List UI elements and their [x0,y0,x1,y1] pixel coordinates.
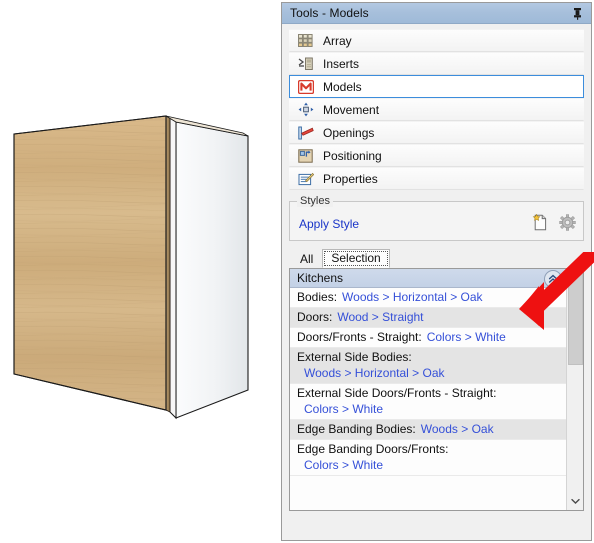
tab-all[interactable]: All [291,250,322,268]
list-scrollbar[interactable] [566,269,583,510]
styles-tabs: All Selection [291,249,591,268]
models-m-icon [297,78,314,95]
properties-icon [297,170,314,187]
sidebar-item-label: Inserts [323,56,360,71]
tools-panel: Tools - Models Array Inserts Models Move… [281,2,592,541]
row-value[interactable]: Woods > Oak [421,422,494,436]
group-header-label: Kitchens [297,271,344,285]
sidebar-item-openings[interactable]: Openings [289,121,584,144]
row-label: Bodies: [297,290,338,304]
group-header-kitchens[interactable]: Kitchens [290,269,566,288]
table-row[interactable]: Doors/Fronts - Straight: Colors > White [290,328,566,348]
table-row[interactable]: Edge Banding Bodies: Woods > Oak [290,420,566,440]
sidebar-item-label: Properties [323,171,378,186]
row-label: Edge Banding Doors/Fronts: [297,442,449,456]
sidebar-item-models[interactable]: Models [289,75,584,98]
table-row[interactable]: External Side Bodies: Woods > Horizontal … [290,348,566,384]
sidebar-item-label: Positioning [323,148,382,163]
cabinet-front-face [175,121,249,419]
row-label: External Side Doors/Fronts - Straight: [297,386,497,400]
model-viewport[interactable] [0,0,280,543]
sidebar-item-label: Movement [323,102,380,117]
styles-legend: Styles [297,195,333,207]
movement-arrows-icon [297,101,314,118]
styles-list-inner: Kitchens Bodies: Woods > Horizontal > Oak… [290,269,566,510]
sidebar-item-properties[interactable]: Properties [289,167,584,190]
table-row[interactable]: External Side Doors/Fronts - Straight: Co… [290,384,566,420]
row-value[interactable]: Woods > Horizontal > Oak [342,290,483,304]
styles-listbox: Kitchens Bodies: Woods > Horizontal > Oak… [289,268,584,511]
sidebar-item-inserts[interactable]: Inserts [289,52,584,75]
table-row[interactable]: Edge Banding Doors/Fronts: Colors > White [290,440,566,476]
row-label: External Side Bodies: [297,350,412,364]
sidebar-item-movement[interactable]: Movement [289,98,584,121]
styles-icon-group [531,213,576,231]
gear-icon[interactable] [558,213,576,231]
row-value[interactable]: Woods > Horizontal > Oak [304,365,562,381]
sidebar-item-positioning[interactable]: Positioning [289,144,584,167]
panel-titlebar: Tools - Models [282,3,591,24]
row-label: Doors: [297,310,333,324]
inserts-icon [297,55,314,72]
row-label: Edge Banding Bodies: [297,422,416,436]
tab-selection[interactable]: Selection [322,249,390,268]
sidebar-item-label: Array [323,33,352,48]
pushpin-icon[interactable] [569,5,585,21]
openings-icon [297,124,314,141]
row-value[interactable]: Colors > White [304,401,562,417]
tools-nav-list: Array Inserts Models Movement Openings P… [282,24,591,194]
row-value[interactable]: Colors > White [427,330,506,344]
sidebar-item-label: Openings [323,125,375,140]
apply-style-link[interactable]: Apply Style [299,217,359,231]
table-row[interactable]: Bodies: Woods > Horizontal > Oak [290,288,566,308]
sidebar-item-label: Models [323,79,362,94]
styles-groupbox: Styles Apply Style [289,195,584,241]
cabinet-edge-banding [165,115,177,420]
scrollbar-thumb[interactable] [568,271,583,365]
sidebar-item-array[interactable]: Array [289,29,584,52]
cabinet-side-panel-oak [13,115,167,411]
row-value[interactable]: Wood > Straight [337,310,423,324]
new-style-document-icon[interactable] [531,213,549,231]
array-grid-icon [297,32,314,49]
positioning-icon [297,147,314,164]
collapse-group-button[interactable] [544,270,562,288]
chevron-down-icon[interactable] [567,494,583,508]
cabinet-3d-model[interactable] [0,100,280,440]
panel-title: Tools - Models [290,6,369,20]
table-row[interactable]: Doors: Wood > Straight [290,308,566,328]
row-value[interactable]: Colors > White [304,457,562,473]
row-label: Doors/Fronts - Straight: [297,330,422,344]
